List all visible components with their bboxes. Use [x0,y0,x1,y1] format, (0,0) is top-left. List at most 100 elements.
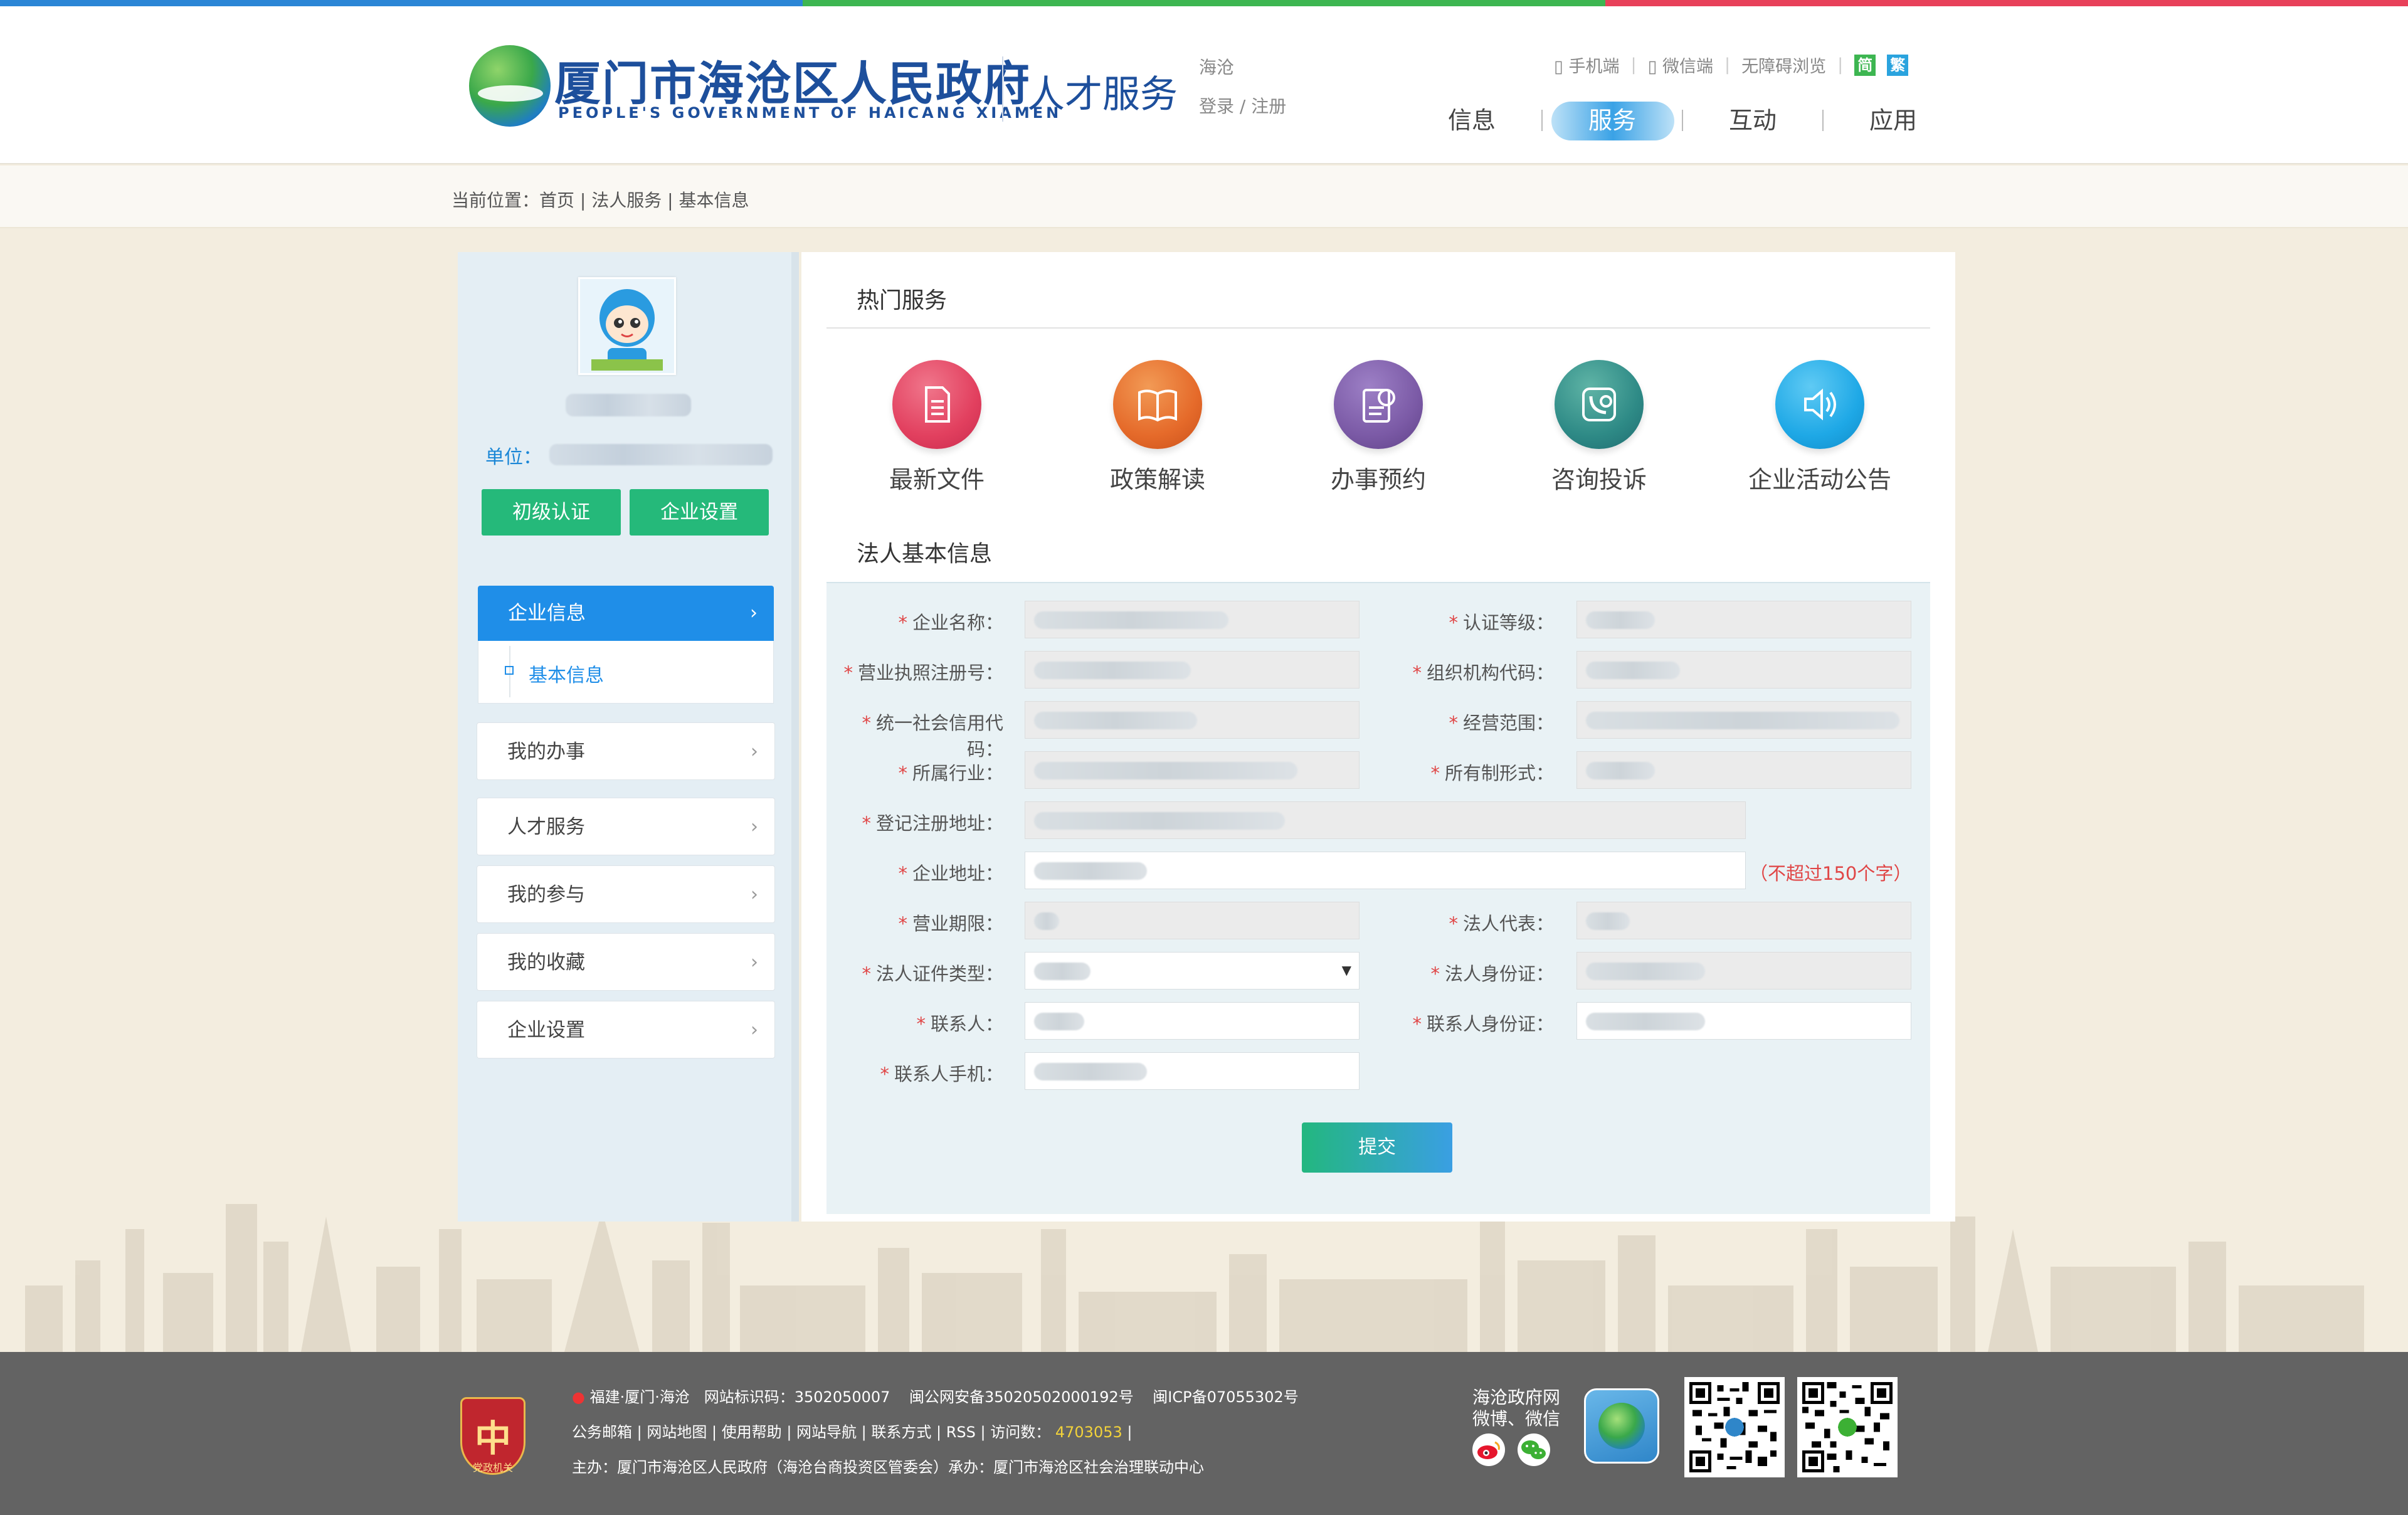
sidebar-item-my-favorites[interactable]: 我的收藏 › [477,933,775,991]
company-address-input[interactable] [1025,852,1746,889]
traditional-chinese-button[interactable]: 繁 [1887,54,1909,76]
footer-police-record[interactable]: 闽公网安备35020502000192号 [909,1388,1134,1406]
government-title[interactable]: 厦门市海沧区人民政府 [554,46,1031,113]
social-subtitle: 微博、微信 [1472,1408,1561,1429]
user-avatar[interactable] [578,277,676,375]
chevron-right-icon: › [751,741,758,763]
nav-info[interactable]: 信息 [1402,100,1541,140]
service-icon-circle [1334,360,1423,449]
industry-label-text: 所属行业： [912,763,1003,784]
footer-link-sitemap[interactable]: 网站地图 [647,1423,707,1441]
contact-phone-input[interactable] [1025,1052,1360,1090]
ownership-label-text: 所有制形式： [1444,763,1554,784]
company-settings-button[interactable]: 企业设置 [630,489,769,536]
wechat-icon[interactable] [1518,1433,1550,1466]
legal-id-label-text: 法人身份证： [1444,963,1554,984]
login-register-link[interactable]: 登录 / 注册 [1199,93,1286,118]
mobile-link[interactable]: ▯ 手机端 [1554,53,1619,77]
nav-application[interactable]: 应用 [1824,100,1963,140]
business-scope-label: * 经营范围： [1378,709,1554,735]
sidebar-item-my-participation[interactable]: 我的参与 › [477,865,775,923]
license-no-label-text: 营业执照注册号： [857,662,1003,684]
contact-input[interactable] [1025,1002,1360,1040]
reg-address-field[interactable] [1025,801,1746,839]
cert-level-field[interactable] [1576,601,1911,638]
footer-link-mail[interactable]: 公务邮箱 [572,1423,632,1441]
service-label: 企业活动公告 [1748,466,1891,494]
id-type-select[interactable]: ▼ [1025,952,1360,990]
nav-interaction[interactable]: 互动 [1683,100,1822,140]
government-logo-icon[interactable] [469,45,551,127]
nav-service[interactable]: 服务 [1543,100,1682,140]
breadcrumb[interactable]: 当前位置：首页 | 法人服务 | 基本信息 [452,187,749,212]
party-government-emblem-icon[interactable]: 中 党政机关 [460,1397,525,1475]
site-name[interactable]: 人才服务 [1027,64,1178,119]
weibo-qr-code [1684,1377,1785,1477]
redacted-value [1586,912,1630,930]
service-consult-complaint[interactable]: 咨询投诉 [1505,360,1693,495]
company-name-field[interactable] [1025,601,1360,638]
id-type-label-text: 法人证件类型： [875,963,1003,984]
business-scope-field[interactable] [1576,701,1911,739]
required-mark: * [898,763,907,784]
ownership-field[interactable] [1576,751,1911,789]
required-mark: * [898,612,907,633]
redacted-value [1034,1063,1147,1080]
legal-id-field[interactable] [1576,952,1911,990]
redacted-value [1034,611,1228,629]
weibo-icon[interactable] [1472,1433,1505,1466]
service-latest-documents[interactable]: 最新文件 [843,360,1031,495]
submenu-bullet-icon [505,666,514,675]
service-policy-interpretation[interactable]: 政策解读 [1064,360,1252,495]
footer-icp-record[interactable]: 闽ICP备07055302号 [1153,1388,1298,1406]
redacted-value [1586,1013,1705,1030]
haicang-app-icon[interactable] [1584,1388,1659,1464]
qr-code-icon [1689,1382,1780,1472]
credit-code-label: * 统一社会信用代码： [826,709,1003,761]
redacted-value [1034,712,1197,729]
service-company-announcements[interactable]: 企业活动公告 [1726,360,1914,495]
org-code-field[interactable] [1576,651,1911,689]
left-sidebar: 单位： 初级认证 企业设置 企业信息 › 基本信息 我的办事 › 人才服务 › 我的… [458,252,799,1222]
emblem-text: 党政机关 [472,1462,513,1474]
wechat-link[interactable]: ▯ 微信端 [1648,53,1713,77]
business-term-field[interactable] [1025,902,1360,939]
sidebar-item-talent-service[interactable]: 人才服务 › [477,798,775,855]
username-redacted [566,394,691,416]
required-mark: * [898,913,907,934]
required-mark: * [1412,1013,1422,1035]
sidebar-item-company-info[interactable]: 企业信息 › [478,586,774,641]
footer-line-sponsor: 主办：厦门市海沧区人民政府（海沧台商投资区管委会）承办：厦门市海沧区社会治理联动… [572,1459,1204,1476]
org-code-label: * 组织机构代码： [1378,658,1554,685]
industry-field[interactable] [1025,751,1360,789]
sidebar-item-company-settings[interactable]: 企业设置 › [477,1001,775,1058]
footer-link-rss[interactable]: RSS [946,1423,976,1441]
unit-value-redacted [549,444,773,465]
service-appointment[interactable]: 办事预约 [1284,360,1472,495]
license-no-field[interactable] [1025,651,1360,689]
sidebar-item-label: 企业信息 [508,602,586,625]
footer-link-contact[interactable]: 联系方式 [871,1423,931,1441]
required-mark: * [843,662,853,684]
ownership-label: * 所有制形式： [1378,759,1554,785]
footer-link-help[interactable]: 使用帮助 [722,1423,782,1441]
simplified-chinese-button[interactable]: 简 [1854,54,1876,76]
nav-interaction-label: 互动 [1728,107,1777,134]
company-address-label: * 企业地址： [826,859,1003,885]
required-mark: * [880,1064,889,1085]
redacted-value [1034,963,1090,980]
footer-link-navigation[interactable]: 网站导航 [796,1423,857,1441]
submit-button[interactable]: 提交 [1302,1122,1452,1173]
required-mark: * [916,1013,926,1035]
credit-code-field[interactable] [1025,701,1360,739]
industry-label: * 所属行业： [826,759,1003,785]
legal-rep-field[interactable] [1576,902,1911,939]
primary-certification-button[interactable]: 初级认证 [482,489,621,536]
qr-code-icon [1802,1382,1893,1472]
top-link-separator: | [1837,55,1844,75]
accessible-browse-link[interactable]: 无障碍浏览 [1741,53,1826,77]
sidebar-subitem-basic-info[interactable]: 基本信息 [478,641,774,704]
company-name-label-text: 企业名称： [912,612,1003,633]
contact-id-input[interactable] [1576,1002,1911,1040]
sidebar-item-my-affairs[interactable]: 我的办事 › [477,722,775,780]
